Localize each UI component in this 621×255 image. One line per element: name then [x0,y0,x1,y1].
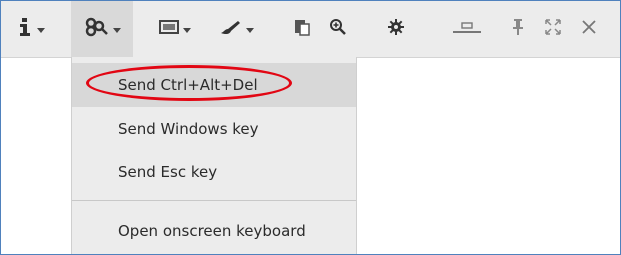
close-icon [581,19,597,39]
screenshot-icon [159,19,179,39]
zoom-in-icon [329,18,347,40]
clipboard-icon [294,18,310,40]
menu-item-open-onscreen-keyboard[interactable]: Open onscreen keyboard [72,209,356,253]
clipboard-button[interactable] [287,1,317,57]
menu-item-send-ctrl-alt-del[interactable]: Send Ctrl+Alt+Del [72,63,356,107]
fullscreen-button[interactable] [539,1,567,57]
menu-item-send-esc-key[interactable]: Send Esc key [72,150,356,194]
gear-icon [387,18,405,40]
keyboard-shortcuts-button[interactable] [71,1,133,57]
toolbar [1,1,620,58]
info-icon [19,17,33,41]
chevron-down-icon [246,27,254,33]
brush-icon [218,18,242,40]
keyboard-shortcuts-menu: Send Ctrl+Alt+Del Send Windows key Send … [71,57,357,254]
settings-button[interactable] [381,1,411,57]
pin-icon [511,18,525,40]
chevron-down-icon [183,27,191,33]
zoom-in-button[interactable] [323,1,353,57]
chevron-down-icon [113,27,121,33]
info-button[interactable] [9,1,55,57]
minimize-icon [452,20,482,39]
session-viewer-window: Send Ctrl+Alt+Del Send Windows key Send … [0,0,621,255]
pin-button[interactable] [505,1,531,57]
minimize-button[interactable] [447,1,487,57]
fullscreen-icon [544,18,562,40]
close-button[interactable] [575,1,603,57]
menu-divider [72,200,356,201]
keyboard-shortcuts-icon [83,16,109,42]
menu-item-send-windows-key[interactable]: Send Windows key [72,107,356,151]
annotate-button[interactable] [211,1,261,57]
chevron-down-icon [37,27,45,33]
screenshot-button[interactable] [151,1,199,57]
